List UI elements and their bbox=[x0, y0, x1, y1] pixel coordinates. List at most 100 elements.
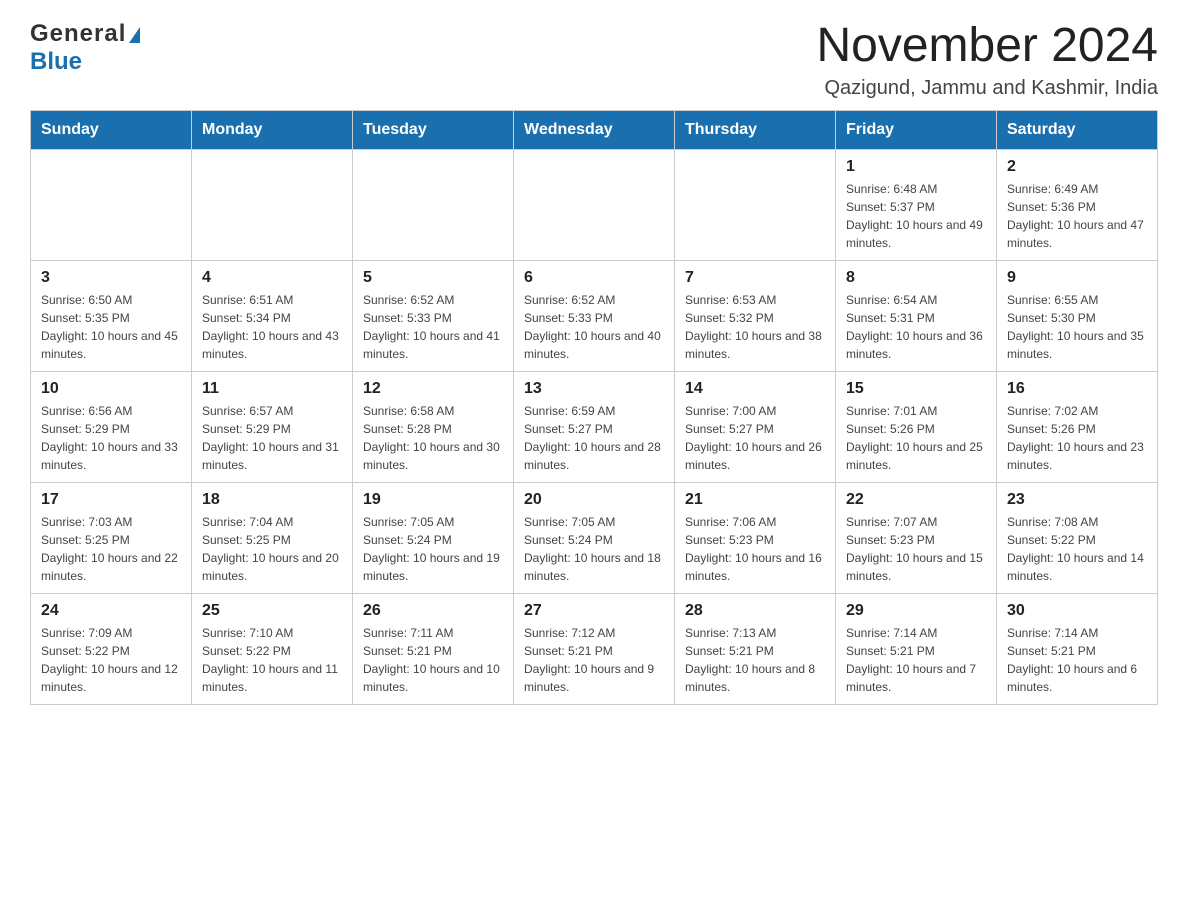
day-number: 6 bbox=[524, 269, 664, 287]
day-number: 17 bbox=[41, 491, 181, 509]
day-number: 23 bbox=[1007, 491, 1147, 509]
calendar-cell: 27 Sunrise: 7:12 AM Sunset: 5:21 PM Dayli… bbox=[514, 593, 675, 704]
day-info: Sunrise: 7:12 AM Sunset: 5:21 PM Dayligh… bbox=[524, 624, 664, 696]
day-header-friday: Friday bbox=[836, 110, 997, 149]
day-number: 30 bbox=[1007, 602, 1147, 620]
calendar-cell: 19Sunrise: 7:05 AM Sunset: 5:24 PM Dayli… bbox=[353, 482, 514, 593]
page-header: General Blue November 2024 Qazigund, Jam… bbox=[30, 20, 1158, 100]
day-number: 12 bbox=[363, 380, 503, 398]
day-number: 9 bbox=[1007, 269, 1147, 287]
day-info: Sunrise: 6:52 AM Sunset: 5:33 PM Dayligh… bbox=[524, 291, 664, 363]
calendar-cell: 30 Sunrise: 7:14 AM Sunset: 5:21 PM Dayli… bbox=[997, 593, 1158, 704]
day-info: Sunrise: 7:01 AM Sunset: 5:26 PM Dayligh… bbox=[846, 402, 986, 474]
day-number: 11 bbox=[202, 380, 342, 398]
calendar-cell: 5Sunrise: 6:52 AM Sunset: 5:33 PM Daylig… bbox=[353, 260, 514, 371]
day-number: 10 bbox=[41, 380, 181, 398]
day-info: Sunrise: 7:00 AM Sunset: 5:27 PM Dayligh… bbox=[685, 402, 825, 474]
calendar-cell: 23 Sunrise: 7:08 AM Sunset: 5:22 PM Dayli… bbox=[997, 482, 1158, 593]
day-info: Sunrise: 7:14 AM Sunset: 5:21 PM Dayligh… bbox=[846, 624, 986, 696]
calendar-cell bbox=[675, 149, 836, 260]
calendar-cell: 10 Sunrise: 6:56 AM Sunset: 5:29 PM Dayli… bbox=[31, 371, 192, 482]
day-info: Sunrise: 7:10 AM Sunset: 5:22 PM Dayligh… bbox=[202, 624, 342, 696]
day-info: Sunrise: 6:51 AM Sunset: 5:34 PM Dayligh… bbox=[202, 291, 342, 363]
day-info: Sunrise: 6:49 AM Sunset: 5:36 PM Dayligh… bbox=[1007, 180, 1147, 252]
day-number: 28 bbox=[685, 602, 825, 620]
calendar-cell: 26 Sunrise: 7:11 AM Sunset: 5:21 PM Dayli… bbox=[353, 593, 514, 704]
calendar-cell: 28 Sunrise: 7:13 AM Sunset: 5:21 PM Dayli… bbox=[675, 593, 836, 704]
day-number: 8 bbox=[846, 269, 986, 287]
day-info: Sunrise: 6:54 AM Sunset: 5:31 PM Dayligh… bbox=[846, 291, 986, 363]
day-info: Sunrise: 7:04 AM Sunset: 5:25 PM Dayligh… bbox=[202, 513, 342, 585]
day-number: 25 bbox=[202, 602, 342, 620]
day-info: Sunrise: 6:56 AM Sunset: 5:29 PM Dayligh… bbox=[41, 402, 181, 474]
calendar-week-3: 10 Sunrise: 6:56 AM Sunset: 5:29 PM Dayli… bbox=[31, 371, 1158, 482]
calendar-table: SundayMondayTuesdayWednesdayThursdayFrid… bbox=[30, 110, 1158, 705]
day-number: 14 bbox=[685, 380, 825, 398]
calendar-cell: 9 Sunrise: 6:55 AM Sunset: 5:30 PM Daylig… bbox=[997, 260, 1158, 371]
calendar-cell: 1 Sunrise: 6:48 AM Sunset: 5:37 PM Daylig… bbox=[836, 149, 997, 260]
day-number: 24 bbox=[41, 602, 181, 620]
day-number: 4 bbox=[202, 269, 342, 287]
calendar-cell: 14 Sunrise: 7:00 AM Sunset: 5:27 PM Dayli… bbox=[675, 371, 836, 482]
calendar-cell: 2Sunrise: 6:49 AM Sunset: 5:36 PM Daylig… bbox=[997, 149, 1158, 260]
calendar-cell: 6 Sunrise: 6:52 AM Sunset: 5:33 PM Daylig… bbox=[514, 260, 675, 371]
day-number: 5 bbox=[363, 269, 503, 287]
calendar-cell: 3Sunrise: 6:50 AM Sunset: 5:35 PM Daylig… bbox=[31, 260, 192, 371]
day-header-thursday: Thursday bbox=[675, 110, 836, 149]
day-info: Sunrise: 7:14 AM Sunset: 5:21 PM Dayligh… bbox=[1007, 624, 1147, 696]
day-header-wednesday: Wednesday bbox=[514, 110, 675, 149]
day-number: 29 bbox=[846, 602, 986, 620]
day-number: 16 bbox=[1007, 380, 1147, 398]
day-info: Sunrise: 7:11 AM Sunset: 5:21 PM Dayligh… bbox=[363, 624, 503, 696]
calendar-cell bbox=[353, 149, 514, 260]
calendar-cell bbox=[192, 149, 353, 260]
calendar-title: November 2024 bbox=[816, 20, 1158, 73]
day-info: Sunrise: 6:50 AM Sunset: 5:35 PM Dayligh… bbox=[41, 291, 181, 363]
day-number: 26 bbox=[363, 602, 503, 620]
day-header-saturday: Saturday bbox=[997, 110, 1158, 149]
day-info: Sunrise: 6:57 AM Sunset: 5:29 PM Dayligh… bbox=[202, 402, 342, 474]
day-header-sunday: Sunday bbox=[31, 110, 192, 149]
calendar-cell: 25 Sunrise: 7:10 AM Sunset: 5:22 PM Dayli… bbox=[192, 593, 353, 704]
day-info: Sunrise: 6:55 AM Sunset: 5:30 PM Dayligh… bbox=[1007, 291, 1147, 363]
day-number: 19 bbox=[363, 491, 503, 509]
logo-general-text: General bbox=[30, 20, 126, 48]
day-header-tuesday: Tuesday bbox=[353, 110, 514, 149]
day-info: Sunrise: 7:02 AM Sunset: 5:26 PM Dayligh… bbox=[1007, 402, 1147, 474]
calendar-week-4: 17 Sunrise: 7:03 AM Sunset: 5:25 PM Dayli… bbox=[31, 482, 1158, 593]
day-info: Sunrise: 6:59 AM Sunset: 5:27 PM Dayligh… bbox=[524, 402, 664, 474]
calendar-cell: 7 Sunrise: 6:53 AM Sunset: 5:32 PM Daylig… bbox=[675, 260, 836, 371]
day-info: Sunrise: 7:05 AM Sunset: 5:24 PM Dayligh… bbox=[524, 513, 664, 585]
day-number: 1 bbox=[846, 158, 986, 176]
calendar-subtitle: Qazigund, Jammu and Kashmir, India bbox=[816, 77, 1158, 100]
day-number: 27 bbox=[524, 602, 664, 620]
day-info: Sunrise: 6:53 AM Sunset: 5:32 PM Dayligh… bbox=[685, 291, 825, 363]
calendar-week-2: 3Sunrise: 6:50 AM Sunset: 5:35 PM Daylig… bbox=[31, 260, 1158, 371]
day-info: Sunrise: 7:08 AM Sunset: 5:22 PM Dayligh… bbox=[1007, 513, 1147, 585]
logo-blue-text: Blue bbox=[30, 48, 82, 75]
calendar-cell: 11 Sunrise: 6:57 AM Sunset: 5:29 PM Dayli… bbox=[192, 371, 353, 482]
day-number: 7 bbox=[685, 269, 825, 287]
calendar-cell: 15 Sunrise: 7:01 AM Sunset: 5:26 PM Dayli… bbox=[836, 371, 997, 482]
day-number: 13 bbox=[524, 380, 664, 398]
calendar-cell: 21Sunrise: 7:06 AM Sunset: 5:23 PM Dayli… bbox=[675, 482, 836, 593]
calendar-cell: 29 Sunrise: 7:14 AM Sunset: 5:21 PM Dayli… bbox=[836, 593, 997, 704]
calendar-week-5: 24 Sunrise: 7:09 AM Sunset: 5:22 PM Dayli… bbox=[31, 593, 1158, 704]
day-info: Sunrise: 7:13 AM Sunset: 5:21 PM Dayligh… bbox=[685, 624, 825, 696]
day-number: 15 bbox=[846, 380, 986, 398]
day-number: 20 bbox=[524, 491, 664, 509]
day-info: Sunrise: 7:03 AM Sunset: 5:25 PM Dayligh… bbox=[41, 513, 181, 585]
calendar-header-row: SundayMondayTuesdayWednesdayThursdayFrid… bbox=[31, 110, 1158, 149]
day-info: Sunrise: 6:48 AM Sunset: 5:37 PM Dayligh… bbox=[846, 180, 986, 252]
calendar-cell: 8 Sunrise: 6:54 AM Sunset: 5:31 PM Daylig… bbox=[836, 260, 997, 371]
day-info: Sunrise: 6:58 AM Sunset: 5:28 PM Dayligh… bbox=[363, 402, 503, 474]
day-info: Sunrise: 7:09 AM Sunset: 5:22 PM Dayligh… bbox=[41, 624, 181, 696]
logo: General Blue bbox=[30, 20, 140, 76]
calendar-cell: 22Sunrise: 7:07 AM Sunset: 5:23 PM Dayli… bbox=[836, 482, 997, 593]
calendar-cell bbox=[31, 149, 192, 260]
day-number: 18 bbox=[202, 491, 342, 509]
calendar-cell: 17 Sunrise: 7:03 AM Sunset: 5:25 PM Dayli… bbox=[31, 482, 192, 593]
day-info: Sunrise: 7:06 AM Sunset: 5:23 PM Dayligh… bbox=[685, 513, 825, 585]
day-number: 22 bbox=[846, 491, 986, 509]
calendar-cell: 18 Sunrise: 7:04 AM Sunset: 5:25 PM Dayli… bbox=[192, 482, 353, 593]
